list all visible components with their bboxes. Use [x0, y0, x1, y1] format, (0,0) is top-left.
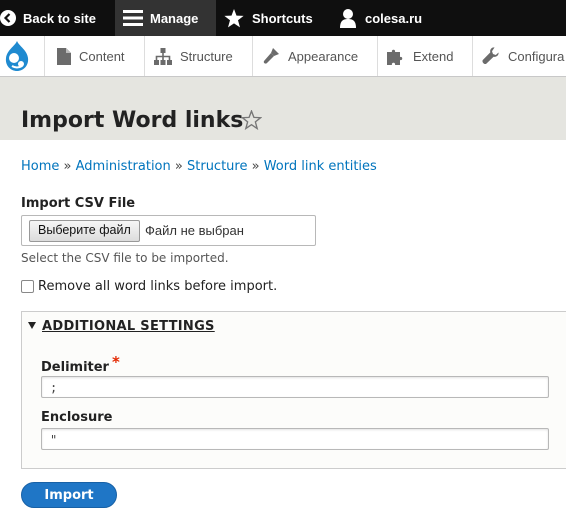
puzzle-icon — [387, 47, 413, 65]
required-marker: * — [111, 353, 120, 371]
tray-item-extend[interactable]: Extend — [377, 36, 472, 76]
tray-item-content[interactable]: Content — [44, 36, 144, 76]
tray-item-label: Structure — [180, 48, 233, 64]
import-button[interactable]: Import — [21, 482, 117, 508]
breadcrumb-administration[interactable]: Administration — [76, 159, 171, 174]
admin-toolbar: Back to site Manage Shortcuts colesa.ru — [0, 0, 566, 36]
tray-item-structure[interactable]: Structure — [144, 36, 251, 76]
breadcrumb-separator: » — [63, 159, 76, 174]
shortcuts-label: Shortcuts — [252, 10, 313, 26]
manage-label: Manage — [150, 10, 199, 26]
additional-settings-toggle[interactable]: ADDITIONAL SETTINGS — [28, 319, 215, 334]
user-label: colesa.ru — [365, 10, 423, 26]
shortcut-star-icon[interactable] — [240, 109, 263, 134]
csv-file-label: Import CSV File — [21, 196, 136, 211]
remove-word-links-checkbox[interactable] — [21, 280, 34, 293]
enclosure-label: Enclosure — [41, 410, 113, 425]
back-to-site-label: Back to site — [23, 10, 96, 26]
file-status-text: Файл не выбран — [145, 223, 244, 238]
csv-file-description: Select the CSV file to be imported. — [21, 251, 229, 265]
tray-item-configuration[interactable]: Configura — [472, 36, 566, 76]
remove-word-links-label[interactable]: Remove all word links before import. — [38, 279, 277, 294]
breadcrumb-separator: » — [174, 159, 187, 174]
structure-icon — [154, 47, 180, 65]
additional-settings-title: ADDITIONAL SETTINGS — [42, 319, 215, 334]
page-title: Import Word links — [21, 108, 244, 133]
enclosure-input[interactable]: " — [41, 428, 549, 450]
shortcuts-tab[interactable]: Shortcuts — [222, 0, 322, 36]
breadcrumb-word-link-entities[interactable]: Word link entities — [264, 159, 377, 174]
additional-settings-fieldset: ADDITIONAL SETTINGS Delimiter * ; Enclosu… — [21, 311, 566, 469]
wrench-icon — [482, 47, 508, 65]
breadcrumb-separator: » — [251, 159, 264, 174]
back-arrow-icon — [0, 10, 16, 26]
triangle-down-icon — [28, 322, 36, 329]
manage-tab[interactable]: Manage — [115, 0, 216, 36]
tray-item-appearance[interactable]: Appearance — [252, 36, 376, 76]
tray-item-label: Appearance — [288, 48, 359, 64]
tray-item-label: Configura — [508, 48, 565, 64]
tray-item-label: Extend — [413, 48, 454, 64]
delimiter-label-text: Delimiter — [41, 360, 109, 375]
breadcrumb: Home » Administration » Structure » Word… — [21, 159, 377, 174]
choose-file-button[interactable]: Выберите файл — [29, 220, 140, 242]
breadcrumb-structure[interactable]: Structure — [187, 159, 247, 174]
user-tab[interactable]: colesa.ru — [338, 0, 438, 36]
admin-menu-tray: Content Structure Appearance Extend Conf… — [0, 36, 566, 77]
delimiter-label: Delimiter * — [41, 353, 120, 375]
page-icon — [57, 47, 79, 65]
tray-item-label: Content — [79, 48, 125, 64]
delimiter-input[interactable]: ; — [41, 376, 549, 398]
user-icon — [340, 8, 356, 28]
menu-icon — [123, 9, 143, 27]
star-icon — [224, 8, 244, 28]
brush-icon — [262, 47, 288, 65]
drupal-logo-icon[interactable] — [0, 36, 34, 76]
csv-file-input[interactable]: Выберите файл Файл не выбран — [21, 215, 316, 246]
breadcrumb-home[interactable]: Home — [21, 159, 59, 174]
back-to-site-link[interactable]: Back to site — [0, 0, 112, 36]
